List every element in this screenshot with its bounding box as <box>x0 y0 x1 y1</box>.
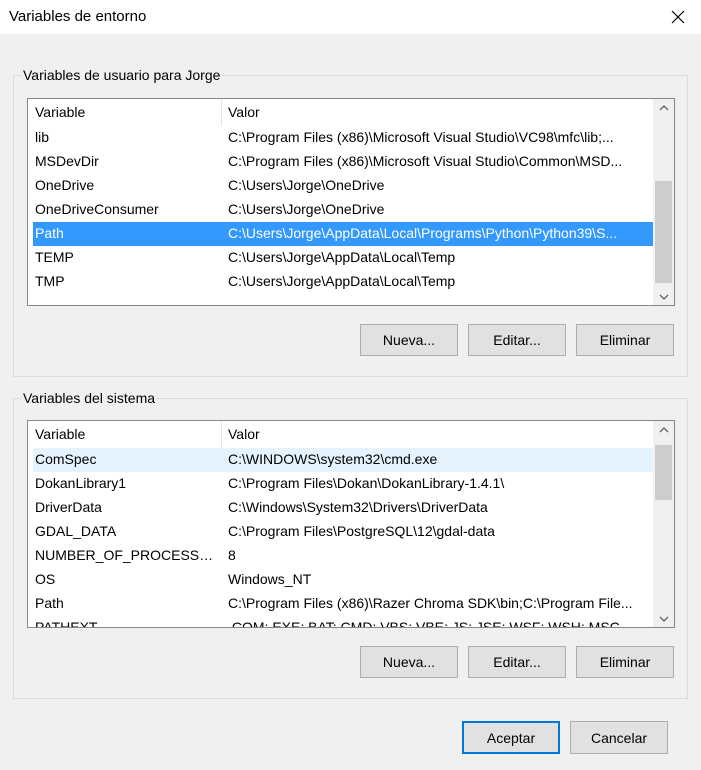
row-value: C:\Windows\System32\Drivers\DriverData <box>228 499 488 515</box>
system-new-button[interactable]: Nueva... <box>360 646 458 678</box>
user-edit-button[interactable]: Editar... <box>468 324 566 356</box>
table-row[interactable]: OneDrive C:\Users\Jorge\OneDrive <box>33 174 653 198</box>
row-value: C:\Users\Jorge\OneDrive <box>228 201 385 217</box>
system-variables-list[interactable]: Variable Valor ComSpec C:\WINDOWS\system… <box>27 420 675 628</box>
row-variable: OneDriveConsumer <box>35 201 159 217</box>
chevron-up-icon <box>659 104 668 110</box>
chevron-down-icon <box>659 616 668 622</box>
cancel-button[interactable]: Cancelar <box>570 721 668 754</box>
row-variable: DriverData <box>35 499 102 515</box>
user-new-button[interactable]: Nueva... <box>360 324 458 356</box>
column-header-value[interactable]: Valor <box>228 426 260 442</box>
row-variable: lib <box>35 129 50 145</box>
row-value: .COM;.EXE;.BAT;.CMD;.VBS;.VBE;.JS;.JSE;.… <box>228 619 620 627</box>
row-variable: GDAL_DATA <box>35 523 117 539</box>
system-delete-button[interactable]: Eliminar <box>576 646 674 678</box>
system-list-scrollbar[interactable] <box>653 421 674 627</box>
table-row-selected[interactable]: Path C:\Users\Jorge\AppData\Local\Progra… <box>33 222 653 246</box>
user-variables-label: Variables de usuario para Jorge <box>21 66 223 84</box>
table-row[interactable]: DriverData C:\Windows\System32\Drivers\D… <box>33 496 653 520</box>
row-variable: OS <box>35 571 56 587</box>
column-separator[interactable] <box>221 421 222 448</box>
user-list-header: Variable Valor <box>28 99 653 126</box>
user-delete-button[interactable]: Eliminar <box>576 324 674 356</box>
row-variable: OneDrive <box>35 177 95 193</box>
table-row[interactable]: MSDevDir C:\Program Files (x86)\Microsof… <box>33 150 653 174</box>
row-value: C:\Program Files\PostgreSQL\12\gdal-data <box>228 523 495 539</box>
system-edit-button[interactable]: Editar... <box>468 646 566 678</box>
row-value: Windows_NT <box>228 571 312 587</box>
column-header-value[interactable]: Valor <box>228 104 260 120</box>
row-variable: Path <box>35 225 64 241</box>
table-row[interactable]: DokanLibrary1 C:\Program Files\Dokan\Dok… <box>33 472 653 496</box>
row-value: C:\WINDOWS\system32\cmd.exe <box>228 451 438 467</box>
title-bar: Variables de entorno <box>0 0 701 34</box>
row-value: C:\Program Files (x86)\Microsoft Visual … <box>228 129 614 145</box>
chevron-down-icon <box>659 294 668 300</box>
scroll-down-button[interactable] <box>653 288 674 305</box>
row-value: C:\Program Files (x86)\Razer Chroma SDK\… <box>228 595 633 611</box>
system-list-header: Variable Valor <box>28 421 653 448</box>
row-value: C:\Program Files (x86)\Microsoft Visual … <box>228 153 623 169</box>
table-row-highlighted[interactable]: ComSpec C:\WINDOWS\system32\cmd.exe <box>33 448 653 472</box>
row-variable: MSDevDir <box>35 153 99 169</box>
ok-button[interactable]: Aceptar <box>462 721 560 754</box>
scroll-thumb[interactable] <box>655 181 672 283</box>
table-row[interactable]: NUMBER_OF_PROCESSORS 8 <box>33 544 653 568</box>
system-variables-label: Variables del sistema <box>21 389 158 407</box>
row-value: C:\Users\Jorge\OneDrive <box>228 177 385 193</box>
row-value: C:\Program Files\Dokan\DokanLibrary-1.4.… <box>228 475 505 491</box>
table-row[interactable]: OS Windows_NT <box>33 568 653 592</box>
user-variables-list[interactable]: Variable Valor lib C:\Program Files (x86… <box>27 98 675 306</box>
row-value: C:\Users\Jorge\AppData\Local\Programs\Py… <box>228 225 618 241</box>
window-title: Variables de entorno <box>9 8 147 25</box>
scroll-down-button[interactable] <box>653 610 674 627</box>
column-separator[interactable] <box>221 99 222 126</box>
chevron-up-icon <box>659 426 668 432</box>
table-row[interactable]: OneDriveConsumer C:\Users\Jorge\OneDrive <box>33 198 653 222</box>
row-value: C:\Users\Jorge\AppData\Local\Temp <box>228 273 456 289</box>
user-list-scrollbar[interactable] <box>653 99 674 305</box>
row-variable: TEMP <box>35 249 74 265</box>
row-value: 8 <box>228 547 236 563</box>
close-button[interactable] <box>655 0 701 34</box>
user-list-rows: lib C:\Program Files (x86)\Microsoft Vis… <box>28 126 653 305</box>
table-row[interactable]: TEMP C:\Users\Jorge\AppData\Local\Temp <box>33 246 653 270</box>
row-value: C:\Users\Jorge\AppData\Local\Temp <box>228 249 456 265</box>
column-header-variable[interactable]: Variable <box>35 104 85 120</box>
row-variable: PATHEXT <box>35 619 98 627</box>
table-row[interactable]: PATHEXT .COM;.EXE;.BAT;.CMD;.VBS;.VBE;.J… <box>33 616 653 627</box>
column-header-variable[interactable]: Variable <box>35 426 85 442</box>
scroll-thumb[interactable] <box>655 445 672 500</box>
table-row[interactable]: Path C:\Program Files (x86)\Razer Chroma… <box>33 592 653 616</box>
row-variable: DokanLibrary1 <box>35 475 127 491</box>
system-list-rows: ComSpec C:\WINDOWS\system32\cmd.exe Doka… <box>28 448 653 627</box>
close-icon <box>671 10 685 24</box>
row-variable: NUMBER_OF_PROCESSORS <box>35 547 220 563</box>
row-variable: Path <box>35 595 64 611</box>
scroll-up-button[interactable] <box>653 421 674 438</box>
table-row[interactable]: lib C:\Program Files (x86)\Microsoft Vis… <box>33 126 653 150</box>
scroll-up-button[interactable] <box>653 99 674 116</box>
row-variable: ComSpec <box>35 451 97 467</box>
table-row[interactable]: TMP C:\Users\Jorge\AppData\Local\Temp <box>33 270 653 294</box>
table-row[interactable]: GDAL_DATA C:\Program Files\PostgreSQL\12… <box>33 520 653 544</box>
row-variable: TMP <box>35 273 65 289</box>
